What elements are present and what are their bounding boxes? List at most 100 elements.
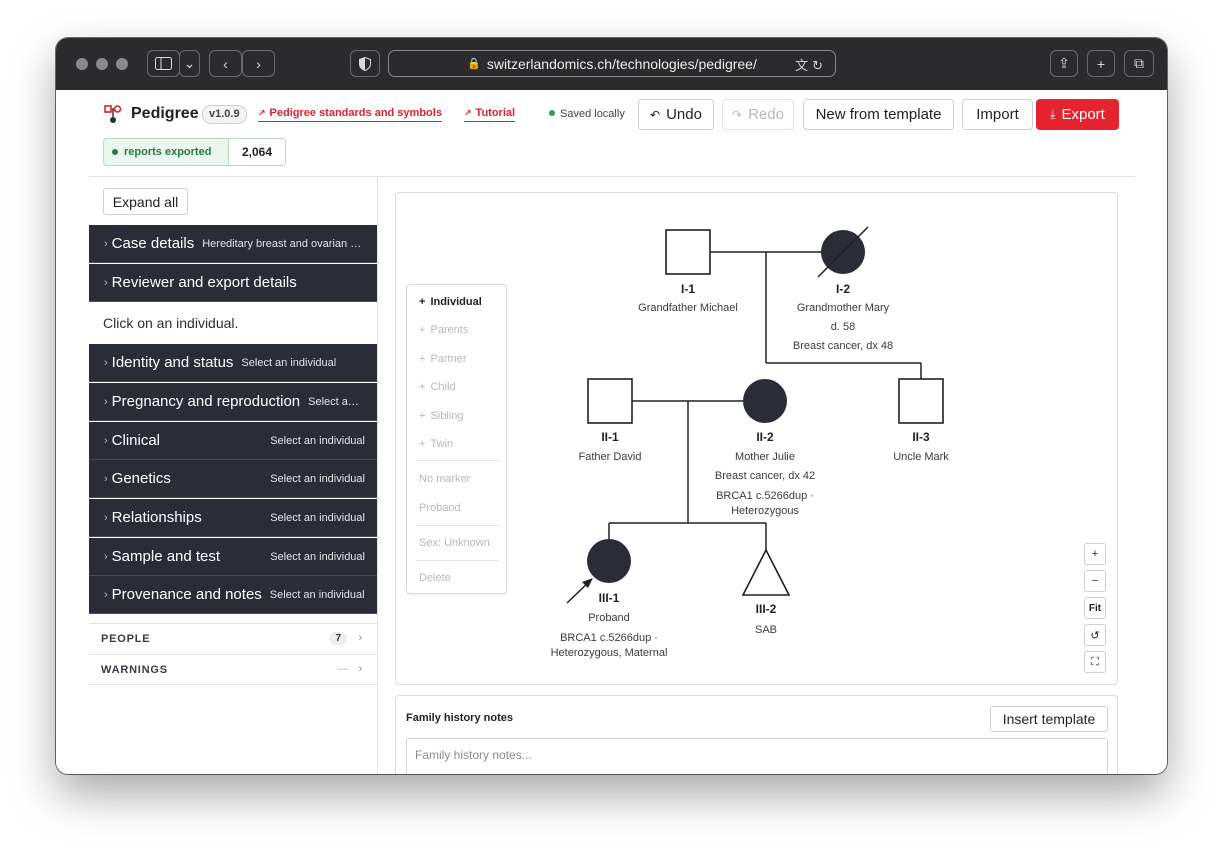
address-bar[interactable]: 🔒 switzerlandomics.ch/technologies/pedig… [388, 50, 836, 77]
notes-textarea[interactable]: Family history notes... [406, 738, 1108, 774]
close-window-button[interactable] [76, 58, 88, 70]
version-badge: v1.0.9 [202, 105, 247, 124]
reset-view-icon[interactable]: ↺ [1084, 624, 1106, 646]
individual-III-1-line: Proband [588, 612, 630, 624]
individual-II-3-line: Uncle Mark [893, 451, 949, 463]
menu-add-individual[interactable]: + Individual [419, 296, 482, 308]
browser-window: ⌄ ‹ › 🔒 switzerlandomics.ch/technologies… [56, 38, 1167, 774]
family-history-notes-panel: Family history notes Insert template Fam… [395, 695, 1118, 774]
individual-II-2-line: Breast cancer, dx 42 [715, 470, 815, 482]
chevron-right-icon: › [104, 434, 108, 447]
share-icon[interactable]: ⇪ [1050, 50, 1078, 77]
undo-button[interactable]: ↶ Undo [638, 99, 714, 130]
notes-title: Family history notes [406, 712, 513, 724]
people-count-badge: 7 [329, 632, 347, 645]
import-button[interactable]: Import [962, 99, 1033, 130]
section-sample-test[interactable]: › Sample and test Select an individual [89, 538, 377, 576]
menu-sex-unknown[interactable]: Sex: Unknown [419, 537, 490, 549]
forward-icon[interactable]: › [242, 50, 275, 77]
expand-all-button[interactable]: Expand all [103, 188, 188, 215]
pedigree-canvas[interactable]: I-1 Grandfather Michael I-2 Grandmother … [395, 192, 1118, 685]
status-dot-icon [112, 149, 118, 155]
section-relationships[interactable]: › Relationships Select an individual [89, 499, 377, 537]
url-text: switzerlandomics.ch/technologies/pedigre… [486, 55, 757, 72]
minimize-window-button[interactable] [96, 58, 108, 70]
tab-overview-icon[interactable]: ⧉ [1124, 50, 1154, 77]
chevron-right-icon: › [104, 511, 108, 524]
section-pregnancy-reproduction[interactable]: › Pregnancy and reproduction Select an ind… [89, 383, 377, 421]
individual-II-2-line: Mother Julie [735, 451, 795, 463]
individual-III-1-symbol [587, 539, 631, 583]
section-genetics[interactable]: › Genetics Select an individual [89, 460, 377, 498]
menu-add-child[interactable]: + Child [419, 381, 456, 393]
fit-button[interactable]: Fit [1084, 597, 1106, 619]
individual-III-2-symbol [741, 548, 791, 596]
back-icon[interactable]: ‹ [209, 50, 242, 77]
individual-I-2-line: Breast cancer, dx 48 [793, 340, 893, 352]
individual-II-1-symbol [587, 378, 633, 424]
menu-add-partner[interactable]: + Partner [419, 353, 467, 365]
reports-exported-badge: reports exported 2,064 [103, 138, 286, 166]
people-panel-toggle[interactable]: PEOPLE 7 › [89, 623, 377, 654]
zoom-in-button[interactable]: + [1084, 543, 1106, 565]
new-tab-icon[interactable]: + [1087, 50, 1115, 77]
new-from-template-button[interactable]: New from template [803, 99, 954, 130]
status-dot-icon [549, 110, 555, 116]
individual-III-2-line: SAB [755, 624, 777, 636]
shield-icon[interactable] [350, 50, 380, 77]
menu-no-marker[interactable]: No marker [419, 473, 470, 485]
chevron-down-icon[interactable]: ⌄ [179, 50, 200, 77]
chevron-right-icon: › [358, 632, 363, 644]
section-identity-status[interactable]: › Identity and status Select an individual [89, 344, 377, 382]
individual-I-1-line: Grandfather Michael [638, 302, 738, 314]
chevron-right-icon: › [104, 472, 108, 485]
section-provenance-notes[interactable]: › Provenance and notes Select an individua… [89, 576, 377, 614]
chevron-right-icon: › [104, 395, 108, 408]
chevron-right-icon: › [104, 588, 108, 601]
reload-icon[interactable]: 文↻ [795, 55, 827, 74]
tutorial-link[interactable]: ↗ Tutorial [464, 107, 516, 122]
individual-III-1-line: BRCA1 c.5266dup · [560, 632, 658, 644]
chevron-right-icon: › [104, 356, 108, 369]
warnings-panel-toggle[interactable]: WARNINGS — › [89, 654, 377, 685]
individual-II-3-id: II-3 [912, 430, 930, 444]
section-case-details[interactable]: › Case details Hereditary breast and ovari… [89, 225, 377, 263]
individual-III-2-id: III-2 [756, 602, 777, 616]
menu-divider [416, 525, 499, 526]
redo-icon: ↷ [732, 107, 743, 122]
individual-II-2-line: Heterozygous [731, 505, 799, 517]
insert-template-button[interactable]: Insert template [990, 706, 1108, 732]
browser-toolbar: ⌄ ‹ › 🔒 switzerlandomics.ch/technologies… [56, 38, 1167, 90]
saved-status: Saved locally [549, 108, 625, 120]
app-title: Pedigree [131, 105, 199, 122]
individual-I-2-line: d. 58 [831, 321, 855, 333]
download-icon: ⤓ [1050, 107, 1056, 121]
menu-divider [416, 460, 499, 461]
pedigree-logo-icon [104, 105, 122, 125]
menu-add-twin[interactable]: + Twin [419, 438, 453, 450]
individual-II-1-line: Father David [579, 451, 642, 463]
individual-II-2-line: BRCA1 c.5266dup · [716, 490, 814, 502]
export-button[interactable]: ⤓ Export [1036, 99, 1119, 130]
external-link-icon: ↗ [464, 108, 472, 118]
lock-icon: 🔒 [467, 58, 481, 70]
app-header: Pedigree v1.0.9 ↗ Pedigree standards and … [56, 90, 1167, 176]
menu-proband[interactable]: Proband [419, 502, 461, 514]
individual-II-2-symbol [743, 379, 787, 423]
sidebar-toggle-icon[interactable] [147, 50, 180, 77]
zoom-window-button[interactable] [116, 58, 128, 70]
individual-I-2-line: Grandmother Mary [797, 302, 890, 314]
menu-add-parents[interactable]: + Parents [419, 324, 468, 336]
section-clinical[interactable]: › Clinical Select an individual [89, 422, 377, 460]
chevron-right-icon: › [104, 237, 108, 250]
zoom-out-button[interactable]: − [1084, 570, 1106, 592]
menu-add-sibling[interactable]: + Sibling [419, 410, 463, 422]
standards-link[interactable]: ↗ Pedigree standards and symbols [258, 107, 442, 122]
menu-divider [416, 560, 499, 561]
menu-delete[interactable]: Delete [419, 572, 451, 584]
add-menu: + Individual + Parents + Partner + Child + Si… [406, 284, 507, 594]
redo-button[interactable]: ↷ Redo [722, 99, 794, 130]
fullscreen-icon[interactable]: ⛶ [1084, 651, 1106, 673]
sidebar-hint: Click on an individual. [103, 315, 239, 331]
section-reviewer-export[interactable]: › Reviewer and export details [89, 264, 377, 302]
